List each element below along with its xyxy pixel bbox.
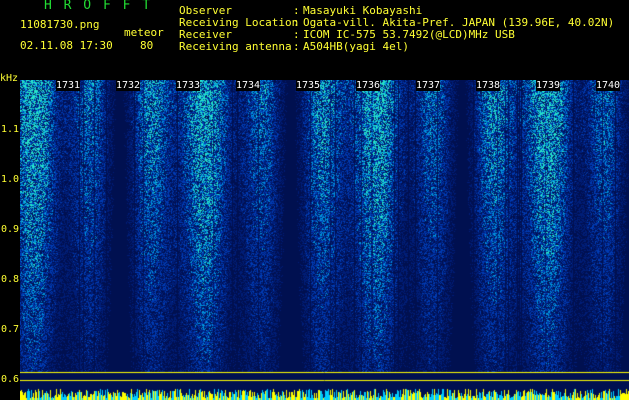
y-axis-unit: kHz bbox=[0, 73, 19, 84]
meteor-count: 80 bbox=[140, 39, 154, 52]
time-tick-label: 1737 bbox=[416, 80, 441, 91]
antenna-value: A504HB(yagi 4el) bbox=[303, 40, 409, 53]
meteor-label: meteor bbox=[124, 26, 164, 39]
antenna-label: Receiving antenna bbox=[179, 40, 292, 53]
y-tick-label: 0.6 bbox=[1, 374, 20, 385]
time-tick-label: 1739 bbox=[536, 80, 561, 91]
time-tick-label: 1732 bbox=[116, 80, 141, 91]
y-tick-label: 0.8 bbox=[1, 274, 20, 285]
y-tick-label: 1.0 bbox=[1, 174, 20, 185]
time-tick-label: 1731 bbox=[56, 80, 81, 91]
time-tick-label: 1736 bbox=[356, 80, 381, 91]
filename-label: 11081730.png bbox=[20, 18, 100, 31]
time-tick-label: 1740 bbox=[596, 80, 621, 91]
time-tick-label: 1735 bbox=[296, 80, 321, 91]
y-tick-label: 0.9 bbox=[1, 224, 20, 235]
y-tick-label: 1.1 bbox=[1, 124, 20, 135]
time-tick-label: 1733 bbox=[176, 80, 201, 91]
time-tick-label: 1738 bbox=[476, 80, 501, 91]
antenna-colon: : bbox=[293, 40, 300, 53]
header-panel: H R O F F T 11081730.png meteor 02.11.08… bbox=[0, 0, 629, 80]
app-title: H R O F F T bbox=[44, 0, 153, 13]
time-tick-label: 1734 bbox=[236, 80, 261, 91]
spectrogram-canvas bbox=[20, 80, 629, 400]
datetime-label: 02.11.08 17:30 bbox=[20, 39, 113, 52]
y-tick-label: 0.7 bbox=[1, 324, 20, 335]
